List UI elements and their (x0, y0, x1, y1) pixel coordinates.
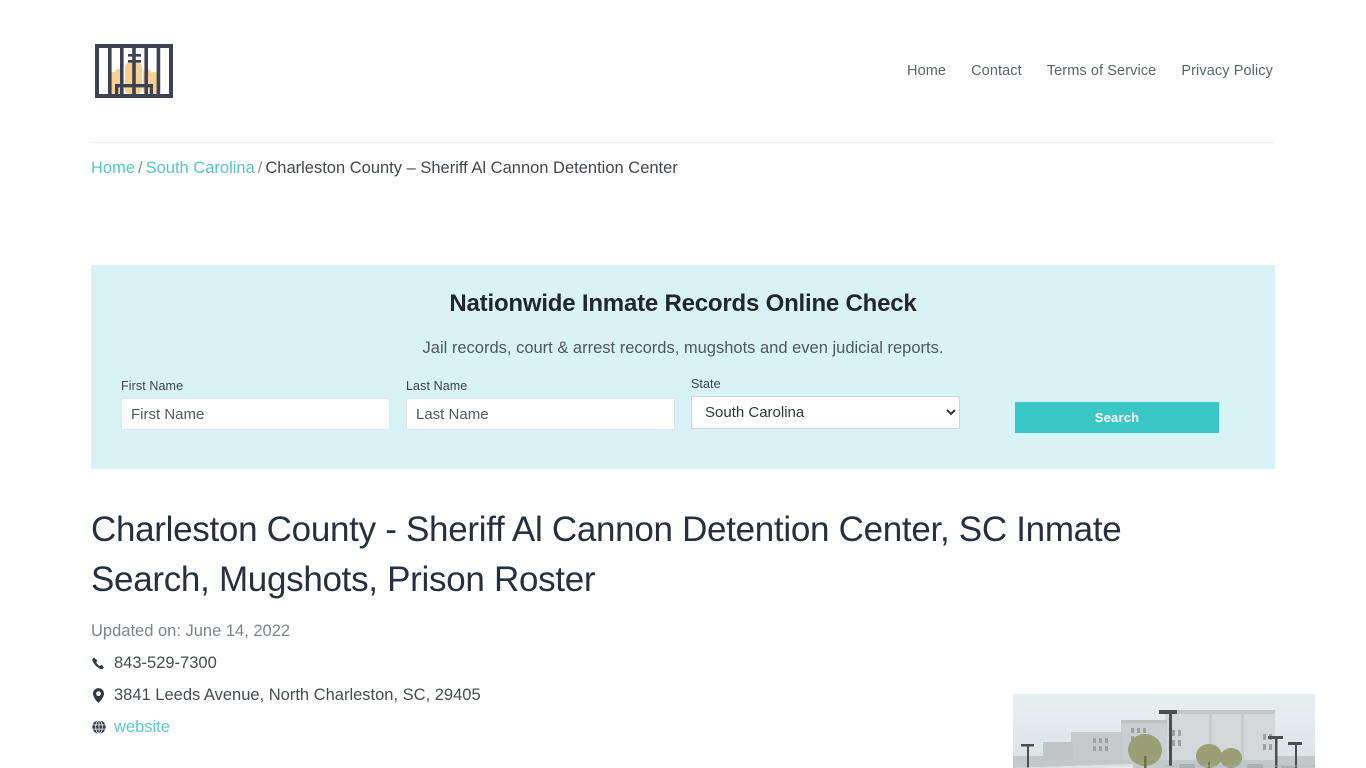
detention-center-photo: Sheriff Al Cannon Detention Center (1013, 694, 1315, 768)
first-name-field-group: First Name (121, 379, 390, 430)
nav-item-home[interactable]: Home (907, 63, 946, 79)
search-panel-subtitle: Jail records, court & arrest records, mu… (422, 339, 944, 357)
site-logo-link[interactable] (92, 40, 176, 102)
state-select[interactable]: South Carolina (691, 396, 960, 429)
first-name-label: First Name (121, 379, 184, 393)
website-link[interactable]: website (114, 716, 170, 738)
jail-bars-logo (95, 44, 173, 98)
page-title: Charleston County - Sheriff Al Cannon De… (91, 510, 1122, 599)
page-root: Home Contact Terms of Service Privacy Po… (0, 0, 1366, 768)
search-button[interactable]: Search (1015, 402, 1219, 433)
last-name-field-group: Last Name (406, 379, 675, 430)
street-address: 3841 Leeds Avenue, North Charleston, SC,… (114, 686, 481, 704)
main-navigation: Home Contact Terms of Service Privacy Po… (907, 63, 1275, 79)
last-name-label: Last Name (406, 379, 468, 393)
detention-center-photo-image: Sheriff Al Cannon Detention Center (1013, 694, 1315, 768)
phone-icon (91, 657, 106, 670)
breadcrumb-wrapper: Home / South Carolina / Charleston County – … (91, 143, 1275, 178)
contact-phone-row: 843-529-7300 (91, 652, 1275, 674)
last-name-input[interactable] (406, 398, 675, 430)
search-panel-title: Nationwide Inmate Records Online Check (449, 290, 917, 317)
breadcrumb-current: Charleston County – Sheriff Al Cannon De… (265, 159, 678, 177)
breadcrumb-link-state[interactable]: South Carolina (146, 159, 255, 177)
updated-date: Updated on: June 14, 2022 (91, 622, 291, 640)
site-header: Home Contact Terms of Service Privacy Po… (91, 0, 1275, 143)
location-pin-icon (91, 687, 106, 703)
breadcrumb-link-home[interactable]: Home (91, 159, 135, 177)
nav-item-privacy-policy[interactable]: Privacy Policy (1181, 63, 1273, 79)
inmate-search-panel: Nationwide Inmate Records Online Check J… (91, 265, 1275, 469)
breadcrumb-separator-2: / (257, 159, 263, 177)
nav-item-contact[interactable]: Contact (971, 63, 1022, 79)
nav-item-terms-of-service[interactable]: Terms of Service (1047, 63, 1157, 79)
phone-number: 843-529-7300 (114, 654, 217, 672)
state-label: State (691, 377, 721, 391)
first-name-input[interactable] (121, 398, 390, 430)
search-form: First Name Last Name State South Carolin… (91, 377, 1275, 439)
breadcrumb: Home / South Carolina / Charleston County – … (91, 159, 1275, 178)
globe-icon (91, 720, 106, 734)
state-field-group: State South Carolina (691, 377, 960, 429)
breadcrumb-separator-1: / (138, 159, 143, 177)
